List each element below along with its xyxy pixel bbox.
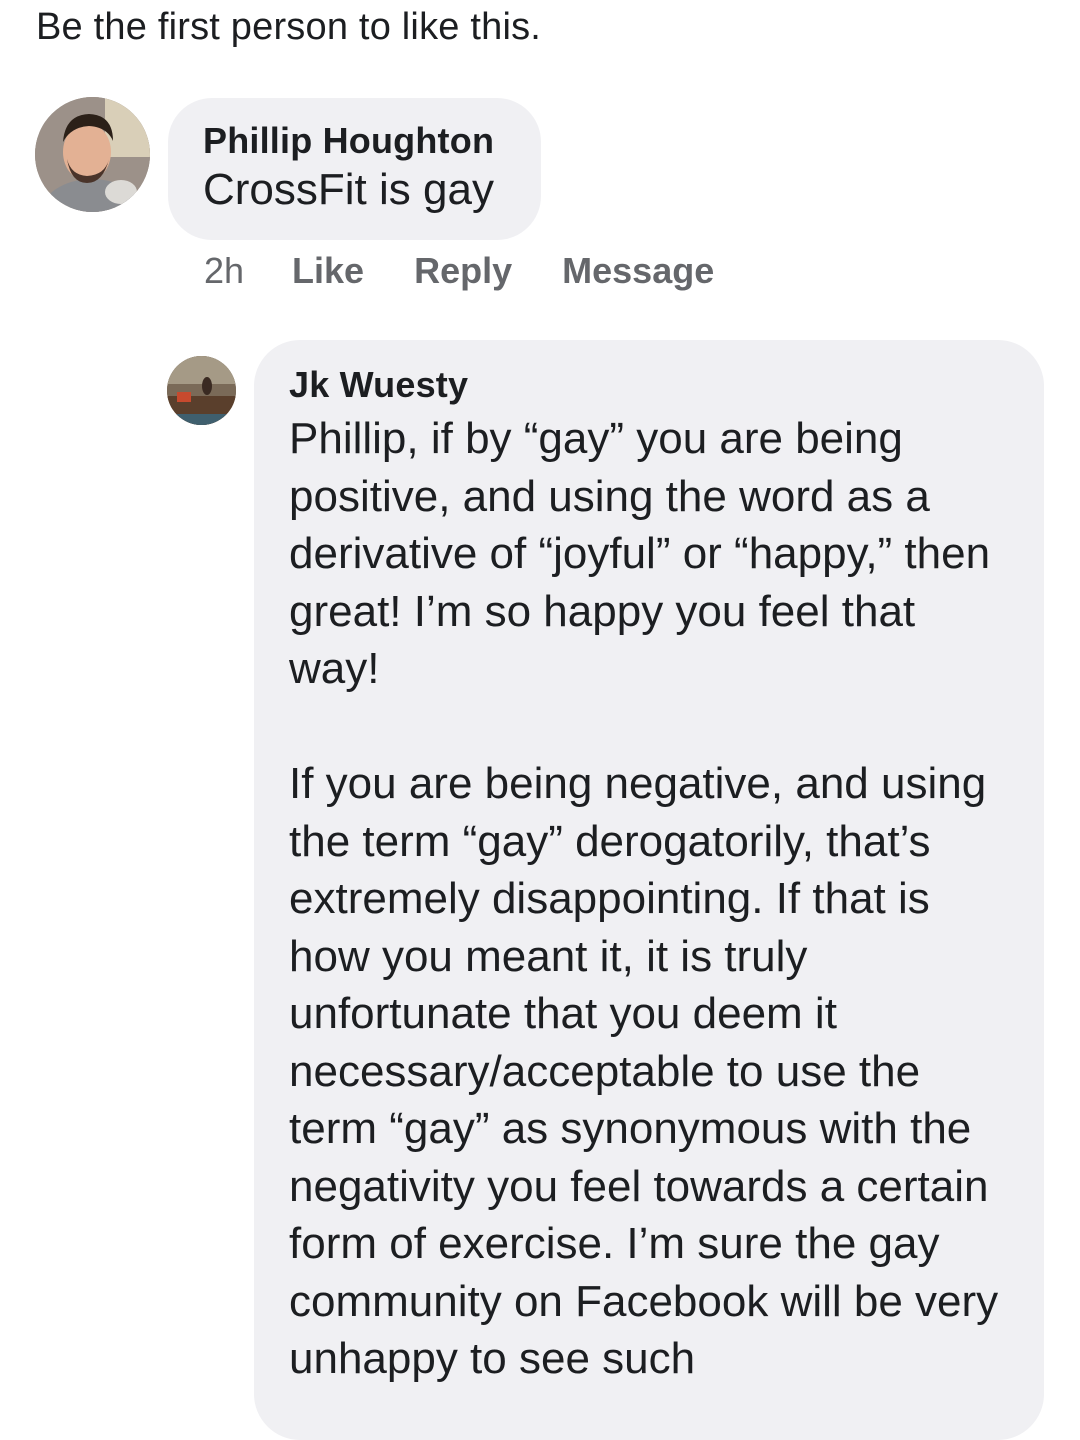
avatar-phillip-houghton[interactable] [35,97,150,212]
message-button[interactable]: Message [562,250,714,292]
reply-bubble: Jk Wuesty Phillip, if by “gay” you are b… [254,340,1044,1440]
comment-paragraph: If you are being negative, and using the… [289,759,999,1383]
like-button[interactable]: Like [292,250,364,292]
comment-text: CrossFit is gay [203,165,494,214]
profile-photo-icon [167,356,236,425]
reply-button[interactable]: Reply [414,250,512,292]
comment-actions: 2h Like Reply Message [204,250,764,292]
profile-photo-icon [35,97,150,212]
comment-text: Phillip, if by “gay” you are being posit… [289,410,1009,1388]
comment-timestamp[interactable]: 2h [204,250,244,292]
comment-bubble: Phillip Houghton CrossFit is gay [168,98,541,240]
comment-author[interactable]: Phillip Houghton [203,120,541,162]
avatar-jk-wuesty[interactable] [167,356,236,425]
likes-summary: Be the first person to like this. [36,6,542,48]
comment-paragraph: Phillip, if by “gay” you are being posit… [289,414,991,693]
comment-author[interactable]: Jk Wuesty [289,364,1044,406]
